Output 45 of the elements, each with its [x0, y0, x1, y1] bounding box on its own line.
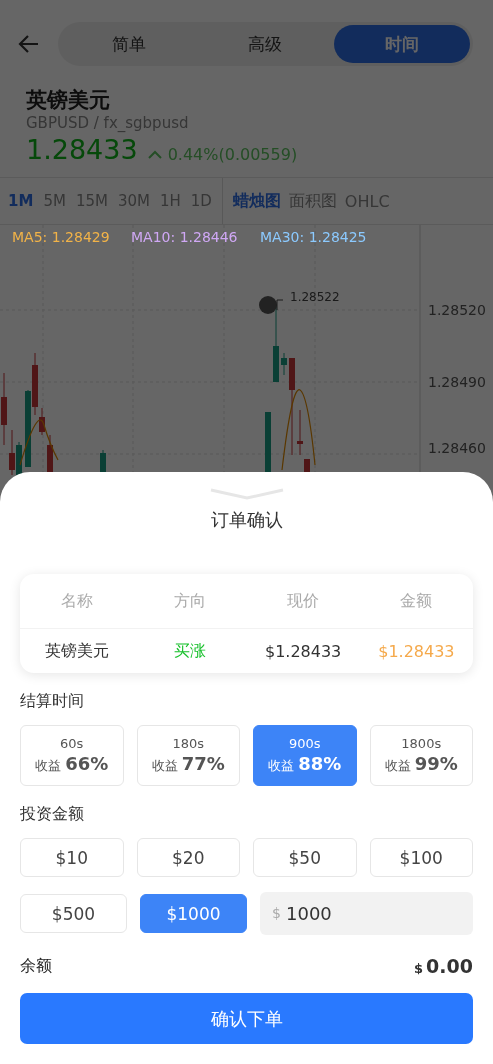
candlestick: [281, 352, 287, 376]
mode-tab[interactable]: 高级: [197, 25, 334, 63]
table-cell-text: 买涨: [172, 640, 207, 662]
amount-option[interactable]: $1000: [140, 894, 247, 933]
price-axis-label: 1.28490: [428, 374, 486, 390]
table-cell-text: $1.28433: [263, 641, 343, 661]
table-cell-text: $1.28433: [377, 641, 456, 661]
period-option[interactable]: 900s 收益 88%: [253, 725, 357, 786]
column-header: 名称: [59, 590, 94, 612]
confirm-order-button[interactable]: 确认下单: [20, 993, 473, 1044]
mode-tab[interactable]: 简单: [61, 25, 198, 63]
interval-tab[interactable]: 1M: [8, 192, 34, 210]
column-header: 金额: [399, 590, 434, 612]
amount-option[interactable]: $500: [20, 894, 127, 933]
column-header: 现价: [286, 590, 321, 612]
amount-option[interactable]: $50: [253, 838, 357, 877]
instrument-name: 英镑美元: [26, 87, 111, 114]
moving-average-line: [19, 419, 59, 466]
amount-option[interactable]: $20: [136, 838, 240, 877]
column-header: 方向: [172, 590, 207, 612]
amount-option[interactable]: $10: [20, 838, 124, 877]
table-cell-text: 英镑美元: [43, 640, 110, 662]
moving-average-label: MA5: 1.28429: [12, 229, 110, 245]
up-chevron-icon: [147, 150, 162, 159]
sheet-title: 订单确认: [209, 508, 284, 532]
period-option[interactable]: 1800s 收益 99%: [369, 725, 473, 786]
price-axis-label: 1.28520: [428, 302, 486, 318]
mode-tab[interactable]: 时间: [333, 25, 470, 63]
candlestick: [297, 409, 303, 456]
period-option[interactable]: 180s 收益 77%: [136, 725, 240, 786]
current-price: 1.28433: [26, 134, 138, 165]
section-label: 投资金额: [20, 804, 85, 825]
high-price-label: 1.28522: [290, 290, 340, 304]
moving-average-label: MA10: 1.28446: [131, 229, 238, 245]
chart-type-tab[interactable]: 蜡烛图: [232, 190, 281, 212]
balance-label: 余额: [20, 955, 52, 977]
price-axis-label: 1.28460: [428, 440, 486, 456]
section-label: 结算时间: [20, 691, 85, 712]
amount-option[interactable]: $100: [369, 838, 473, 877]
currency-symbol: $: [272, 905, 281, 921]
moving-average-label: MA30: 1.28425: [260, 229, 367, 245]
period-option[interactable]: 60s 收益 66%: [20, 725, 124, 786]
price-change: 0.44%(0.00559): [167, 145, 298, 164]
balance-value: $0.00: [414, 955, 473, 977]
marker-dot-icon: [259, 296, 277, 314]
